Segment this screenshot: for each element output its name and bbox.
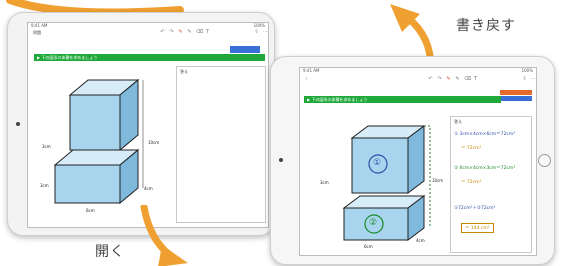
back-stepped-block-figure [53, 78, 144, 205]
front-ipad-screen: 9:41 AM 100% ‹ ↶ ↷ ✎ ✎ ⌫ T ⇪ ⋯ ▶ 下の図形の体積… [299, 67, 537, 256]
front-calc-line-2: ＝ 72cm³ [461, 146, 482, 151]
back-undo-icon[interactable]: ↶ [160, 30, 165, 35]
front-marker-icon[interactable]: ✎ [455, 77, 460, 82]
back-dim-depth-lower: 4cm [144, 186, 153, 191]
back-toolbar: 問題 ↶ ↷ ✎ ✎ ⌫ T ⇪ ⋯ [28, 28, 268, 37]
back-text-icon[interactable]: T [205, 30, 210, 35]
front-more-icon[interactable]: ⋯ [531, 77, 536, 82]
back-upper-block-front [69, 94, 121, 151]
back-eraser-icon[interactable]: ⌫ [196, 30, 203, 35]
front-ipad-camera [279, 158, 283, 162]
open-arrow [140, 205, 188, 266]
back-ipad-screen: 9:41 AM 100% 問題 ↶ ↷ ✎ ✎ ⌫ T ⇪ ⋯ ▶ 下の図形の体… [27, 22, 269, 228]
front-pen-icon[interactable]: ✎ [446, 77, 451, 82]
front-upper-block-side [407, 125, 425, 194]
back-dim-height-right: 10cm [148, 140, 160, 145]
front-calc-line-1: ① 3cm×4cm×6cm＝72cm³ [454, 132, 516, 137]
front-answer-box[interactable]: 答え ① 3cm×4cm×6cm＝72cm³ ＝ 72cm³ ② 6cm×4cm… [450, 116, 532, 253]
front-home-button[interactable] [538, 154, 551, 167]
back-share-icon[interactable]: ⇪ [254, 30, 259, 35]
back-toolbar-tab[interactable]: 問題 [33, 30, 41, 36]
front-calc-line-4: ＝ 72cm³ [461, 180, 482, 185]
back-redo-icon[interactable]: ↷ [169, 30, 174, 35]
caption-open: 開く [95, 244, 125, 260]
front-redo-icon[interactable]: ↷ [437, 77, 442, 82]
front-share-icon[interactable]: ⇪ [522, 77, 527, 82]
front-toolbar: ‹ ↶ ↷ ✎ ✎ ⌫ T ⇪ ⋯ [300, 75, 537, 84]
caption-write-back: 書き戻す [456, 18, 516, 34]
back-dim-depth-left: 3cm [42, 144, 51, 149]
back-more-icon[interactable]: ⋯ [263, 30, 268, 35]
back-ipad-camera [16, 122, 20, 126]
front-dim-width-bottom: 6cm [364, 244, 373, 249]
front-calc-line-5: ①72cm³＋②72cm³ [454, 206, 496, 211]
front-orange-chip[interactable] [500, 90, 532, 95]
front-undo-icon[interactable]: ↶ [428, 77, 433, 82]
back-dim-width-lower: 3cm [40, 183, 49, 188]
front-dim-height-right: 10cm [432, 178, 444, 183]
front-status-bar: 9:41 AM 100% [300, 68, 536, 73]
front-dim-depth-lower: 4cm [416, 238, 425, 243]
back-dim-width-bottom: 6cm [86, 208, 95, 213]
front-back-icon[interactable]: ‹ [304, 77, 309, 82]
front-stepped-block-figure [342, 125, 431, 241]
front-status-battery: 100% [521, 68, 533, 73]
back-ipad: 9:41 AM 100% 問題 ↶ ↷ ✎ ✎ ⌫ T ⇪ ⋯ ▶ 下の図形の体… [7, 12, 275, 236]
back-marker-icon[interactable]: ✎ [187, 30, 192, 35]
front-dashed-guide [424, 125, 431, 226]
back-task-banner: ▶ 下の図形の体積を求めましょう [34, 54, 265, 61]
back-answer-box[interactable]: 答え [176, 66, 266, 223]
back-pen-icon[interactable]: ✎ [178, 30, 183, 35]
front-dim-depth-left: 3cm [320, 180, 329, 185]
back-blue-chip[interactable] [230, 46, 260, 53]
front-part-1-label: ① [373, 158, 382, 168]
front-calc-line-3: ② 6cm×4cm×3cm＝72cm³ [454, 166, 516, 171]
front-status-time: 9:41 AM [303, 68, 320, 73]
front-answer-label: 答え [454, 119, 462, 124]
back-answer-label: 答え [180, 69, 188, 74]
front-eraser-icon[interactable]: ⌫ [464, 77, 471, 82]
front-blue-chip[interactable] [500, 96, 532, 101]
front-ipad: 9:41 AM 100% ‹ ↶ ↷ ✎ ✎ ⌫ T ⇪ ⋯ ▶ 下の図形の体積… [270, 56, 555, 265]
back-lower-block-front [54, 164, 121, 204]
front-part-2-label: ② [369, 218, 378, 228]
front-task-banner: ▶ 下の図形の体積を求めましょう [304, 96, 501, 103]
front-text-icon[interactable]: T [473, 77, 478, 82]
front-calc-line-6: ＝ 144 cm³ [461, 223, 494, 233]
